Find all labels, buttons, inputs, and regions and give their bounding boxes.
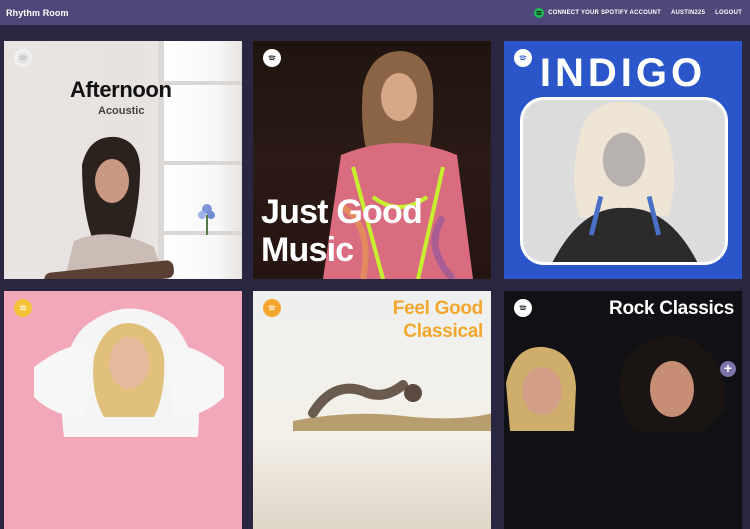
singer-image xyxy=(44,136,174,279)
spotify-icon xyxy=(263,299,281,317)
playlist-title: Just Good Music xyxy=(261,193,423,269)
playlist-card-indigo[interactable]: INDIGO xyxy=(504,41,742,279)
top-nav: CONNECT YOUR SPOTIFY ACCOUNT AUSTIN225 L… xyxy=(534,7,742,18)
spotify-icon xyxy=(263,49,281,67)
app-title[interactable]: Rhythm Room xyxy=(6,8,69,18)
playlist-subtitle: Acoustic xyxy=(98,105,145,117)
username-link[interactable]: AUSTIN225 xyxy=(671,10,705,16)
artist-image xyxy=(34,308,224,437)
playlist-title-line2: Music xyxy=(261,231,354,269)
playlist-title: Feel Good Classical xyxy=(392,297,484,343)
spotify-icon xyxy=(534,7,545,18)
connect-spotify-label: CONNECT YOUR SPOTIFY ACCOUNT xyxy=(548,9,661,16)
top-bar: Rhythm Room CONNECT YOUR SPOTIFY ACCOUNT… xyxy=(0,0,750,25)
band-image xyxy=(506,336,725,431)
playlist-card-rock-classics[interactable]: Rock Classics + xyxy=(504,291,742,529)
plus-icon: + xyxy=(723,360,733,376)
playlist-card-pink[interactable] xyxy=(4,291,242,529)
spotify-icon xyxy=(514,299,532,317)
add-button[interactable]: + xyxy=(720,361,736,377)
logout-link[interactable]: LOGOUT xyxy=(715,10,742,16)
playlist-title: Afternoon xyxy=(70,77,172,102)
artist-photo-frame xyxy=(520,97,728,265)
playlist-title-line2: Classical xyxy=(403,321,483,342)
playlist-title: Rock Classics xyxy=(609,298,734,319)
playlist-title-line1: Just Good xyxy=(261,193,423,231)
spotify-icon xyxy=(14,49,32,67)
playlist-card-feel-good-classical[interactable]: Feel Good Classical xyxy=(253,291,491,529)
playlist-title: INDIGO xyxy=(539,51,707,95)
flower-image xyxy=(198,204,215,235)
playlist-card-afternoon-acoustic[interactable]: Afternoon Acoustic xyxy=(4,41,242,279)
landscape-image xyxy=(293,380,491,431)
connect-spotify-button[interactable]: CONNECT YOUR SPOTIFY ACCOUNT xyxy=(534,7,661,18)
spotify-icon xyxy=(14,299,32,317)
playlist-card-just-good-music[interactable]: Just Good Music xyxy=(253,41,491,279)
playlist-title-line1: Feel Good xyxy=(392,298,484,319)
artist-image xyxy=(552,101,698,262)
